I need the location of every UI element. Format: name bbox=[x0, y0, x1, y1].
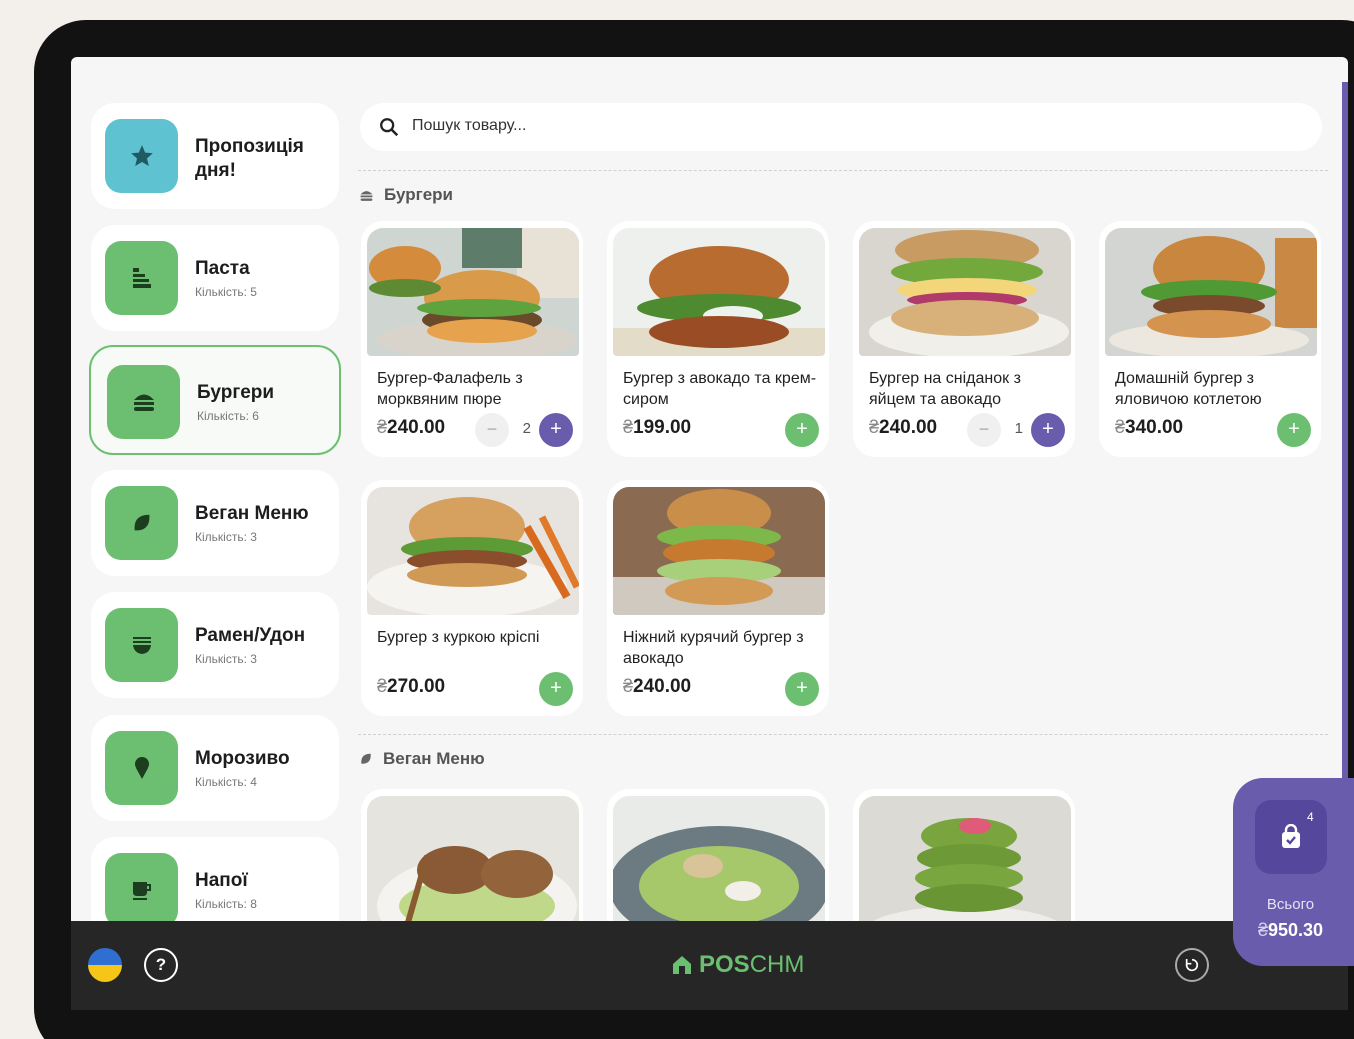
product-card[interactable] bbox=[361, 789, 583, 936]
category-pasta[interactable]: Паста Кількість: 5 bbox=[91, 225, 339, 331]
category-count: Кількість: 8 bbox=[195, 897, 257, 911]
cup-icon bbox=[105, 853, 178, 927]
noodle-bowl-icon bbox=[105, 608, 178, 682]
product-card[interactable]: Бургер з куркою кріспі ₴270.00 + bbox=[361, 480, 583, 716]
search-input[interactable]: Пошук товару... bbox=[412, 117, 526, 135]
product-title: Бургер на сніданок з яйцем та авокадо bbox=[869, 370, 1021, 408]
category-name: Морозиво bbox=[195, 748, 290, 769]
category-name: Бургери bbox=[197, 382, 275, 403]
increase-button[interactable]: + bbox=[1031, 413, 1065, 447]
product-card[interactable] bbox=[607, 789, 829, 936]
leaf-icon bbox=[105, 486, 178, 560]
language-flag-icon[interactable] bbox=[88, 948, 122, 982]
section-title: Бургери bbox=[384, 185, 453, 204]
product-title: Ніжний курячий бургер з авокадо bbox=[623, 629, 804, 667]
add-button[interactable]: + bbox=[785, 672, 819, 706]
add-button[interactable]: + bbox=[785, 413, 819, 447]
product-image bbox=[367, 228, 579, 356]
quantity-value: 2 bbox=[522, 420, 531, 437]
product-image bbox=[613, 796, 825, 936]
section-title: Веган Меню bbox=[383, 749, 485, 768]
product-price: ₴340.00 bbox=[1115, 417, 1184, 438]
cart-panel[interactable]: 4 Всього ₴950.30 bbox=[1233, 778, 1354, 966]
decrease-button[interactable]: − bbox=[967, 413, 1001, 447]
increase-button[interactable]: + bbox=[539, 413, 573, 447]
category-ramen[interactable]: Рамен/Удон Кількість: 3 bbox=[91, 592, 339, 698]
cart-button[interactable] bbox=[1255, 800, 1327, 874]
add-button[interactable]: + bbox=[539, 672, 573, 706]
star-icon bbox=[105, 119, 178, 193]
category-count: Кількість: 6 bbox=[197, 409, 259, 423]
pasta-icon bbox=[105, 241, 178, 315]
shopping-bag-icon bbox=[1282, 824, 1300, 848]
leaf-icon bbox=[361, 753, 371, 764]
category-count: Кількість: 5 bbox=[195, 285, 257, 299]
search-bar[interactable]: Пошук товару... bbox=[360, 103, 1322, 151]
add-button[interactable]: + bbox=[1277, 413, 1311, 447]
product-price: ₴240.00 bbox=[623, 676, 692, 697]
burger-icon bbox=[107, 365, 180, 439]
category-offer-of-day[interactable]: Пропозиція дня! bbox=[91, 103, 339, 209]
burger-icon bbox=[360, 190, 373, 201]
product-card[interactable] bbox=[853, 789, 1075, 936]
product-image bbox=[613, 228, 825, 356]
pos-screen: Пропозиція дня! Паста Кількість: 5 Бурге… bbox=[71, 57, 1348, 1010]
home-logo-icon bbox=[673, 956, 691, 974]
search-icon bbox=[380, 118, 399, 137]
app-logo: POSCHM bbox=[671, 951, 804, 979]
category-name: Рамен/Удон bbox=[195, 625, 306, 646]
quantity-value: 1 bbox=[1014, 420, 1023, 437]
cart-total-label: Всього bbox=[1266, 896, 1315, 913]
category-name: Напої bbox=[195, 870, 248, 891]
product-image bbox=[367, 487, 579, 615]
section-header-vegan: Веган Меню bbox=[359, 749, 485, 769]
product-price: ₴270.00 bbox=[377, 676, 446, 697]
product-price: ₴199.00 bbox=[623, 417, 692, 438]
section-header-burgers: Бургери bbox=[359, 185, 453, 205]
product-card[interactable]: Бургер з авокадо та крем-сиром ₴199.00 + bbox=[607, 221, 829, 457]
product-title: Бургер з куркою кріспі bbox=[377, 629, 540, 646]
product-title: Бургер з авокадо та крем-сиром bbox=[623, 370, 817, 408]
category-vegan[interactable]: Веган Меню Кількість: 3 bbox=[91, 470, 339, 576]
product-image bbox=[859, 796, 1071, 936]
cart-total-value: ₴950.30 bbox=[1257, 920, 1324, 940]
category-name: Веган Меню bbox=[195, 503, 309, 524]
product-card[interactable]: Домашній бургер з яловичою котлетою ₴340… bbox=[1099, 221, 1321, 457]
category-burgers[interactable]: Бургери Кількість: 6 bbox=[89, 345, 341, 455]
product-image bbox=[1105, 228, 1317, 356]
refresh-icon bbox=[1185, 958, 1199, 972]
product-title: Бургер-Фалафель з морквяним пюре bbox=[377, 370, 523, 408]
product-title: Домашній бургер з яловичою котлетою bbox=[1115, 370, 1262, 408]
category-name: Паста bbox=[195, 258, 250, 279]
cart-count-badge: 4 bbox=[1307, 810, 1314, 824]
product-image bbox=[613, 487, 825, 615]
category-count: Кількість: 3 bbox=[195, 652, 257, 666]
decrease-button[interactable]: − bbox=[475, 413, 509, 447]
product-price: ₴240.00 bbox=[377, 417, 446, 438]
divider bbox=[358, 734, 1328, 735]
category-count: Кількість: 3 bbox=[195, 530, 257, 544]
help-button[interactable]: ? bbox=[144, 948, 178, 982]
ice-cream-icon bbox=[105, 731, 178, 805]
product-card[interactable]: Бургер на сніданок з яйцем та авокадо ₴2… bbox=[853, 221, 1075, 457]
category-name: Пропозиція дня! bbox=[195, 136, 304, 181]
product-price: ₴240.00 bbox=[869, 417, 938, 438]
product-card[interactable]: Ніжний курячий бургер з авокадо ₴240.00 … bbox=[607, 480, 829, 716]
product-card[interactable]: Бургер-Фалафель з морквяним пюре ₴240.00… bbox=[361, 221, 583, 457]
category-count: Кількість: 4 bbox=[195, 775, 257, 789]
bottom-bar: ? POSCHM bbox=[71, 921, 1348, 1010]
product-image bbox=[859, 228, 1071, 356]
refresh-button[interactable] bbox=[1175, 948, 1209, 982]
category-ice-cream[interactable]: Морозиво Кількість: 4 bbox=[91, 715, 339, 821]
divider bbox=[358, 170, 1328, 171]
product-image bbox=[367, 796, 579, 936]
